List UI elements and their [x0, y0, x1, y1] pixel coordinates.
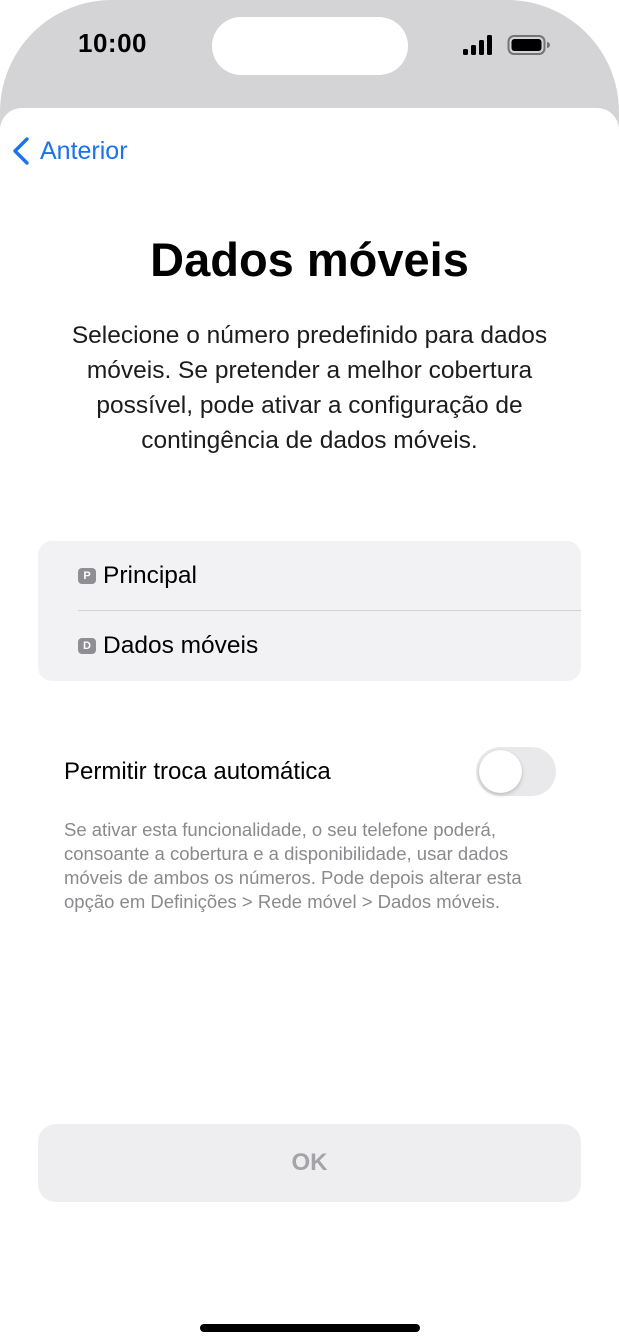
toggle-knob [479, 750, 522, 793]
back-label: Anterior [40, 136, 128, 165]
sim-badge-icon: D [78, 638, 96, 654]
status-bar: 10:00 [0, 0, 619, 100]
line-label: Dados móveis [103, 632, 259, 659]
page-description: Selecione o número predefinido para dado… [71, 322, 548, 454]
auto-switch-row: Permitir troca automática [38, 743, 581, 801]
phone-screen: 10:00 Anterior Dados móveis Selecione o … [0, 0, 619, 1344]
back-button[interactable]: Anterior [12, 136, 128, 166]
chevron-left-icon [13, 137, 29, 165]
line-option-dados-moveis[interactable]: D Dados móveis [38, 611, 581, 681]
modal-sheet: Anterior Dados móveis Selecione o número… [0, 108, 619, 1344]
auto-switch-label: Permitir troca automática [64, 758, 331, 785]
ok-button[interactable]: OK [38, 1124, 581, 1202]
page-title: Dados móveis [150, 233, 469, 286]
sim-badge-icon: P [78, 568, 96, 584]
line-selection-group: P Principal D Dados móveis [38, 541, 581, 681]
line-option-principal[interactable]: P Principal [38, 541, 581, 611]
home-indicator[interactable] [200, 1324, 420, 1332]
line-label: Principal [103, 562, 197, 589]
auto-switch-toggle[interactable] [476, 747, 556, 796]
auto-switch-footer: Se ativar esta funcionalidade, o seu tel… [64, 819, 522, 912]
signal-icon [463, 35, 492, 55]
status-time: 10:00 [78, 28, 147, 58]
dynamic-island [212, 17, 408, 75]
battery-icon [507, 35, 550, 55]
